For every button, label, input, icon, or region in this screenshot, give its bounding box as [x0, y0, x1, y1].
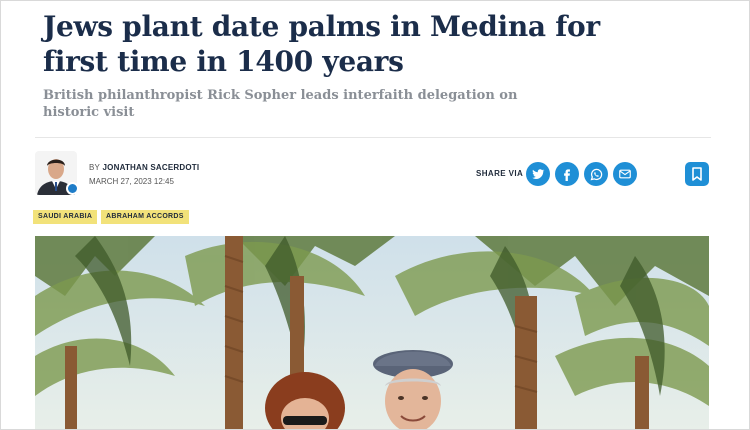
verified-badge-icon [66, 182, 77, 195]
publish-date: MARCH 27, 2023 12:45 [89, 177, 174, 186]
tag-abraham-accords[interactable]: ABRAHAM ACCORDS [101, 210, 189, 224]
article-headline: Jews plant date palms in Medina for firs… [43, 10, 600, 78]
share-whatsapp-button[interactable] [584, 162, 608, 186]
byline-prefix: BY [89, 163, 101, 172]
header-divider [35, 137, 711, 138]
facebook-icon [564, 169, 570, 181]
article-hero-image [35, 236, 709, 429]
tag-saudi-arabia[interactable]: SAUDI ARABIA [33, 210, 98, 224]
bookmark-button[interactable] [685, 162, 709, 186]
share-label: SHARE VIA [476, 169, 524, 178]
date-palms-photo [35, 236, 709, 429]
bookmark-icon [692, 167, 702, 181]
article-subheadline: British philanthropist Rick Sopher leads… [43, 88, 518, 120]
share-facebook-button[interactable] [555, 162, 579, 186]
author-block: BY JONATHAN SACERDOTI MARCH 27, 2023 12:… [35, 151, 335, 197]
email-icon [619, 169, 631, 179]
author-avatar[interactable] [35, 151, 77, 195]
article-page: Jews plant date palms in Medina for firs… [0, 0, 750, 430]
author-byline: BY JONATHAN SACERDOTI [89, 163, 199, 172]
author-name-link[interactable]: JONATHAN SACERDOTI [103, 163, 200, 172]
whatsapp-icon [590, 168, 602, 180]
share-email-button[interactable] [613, 162, 637, 186]
share-twitter-button[interactable] [526, 162, 550, 186]
twitter-icon [532, 169, 545, 179]
